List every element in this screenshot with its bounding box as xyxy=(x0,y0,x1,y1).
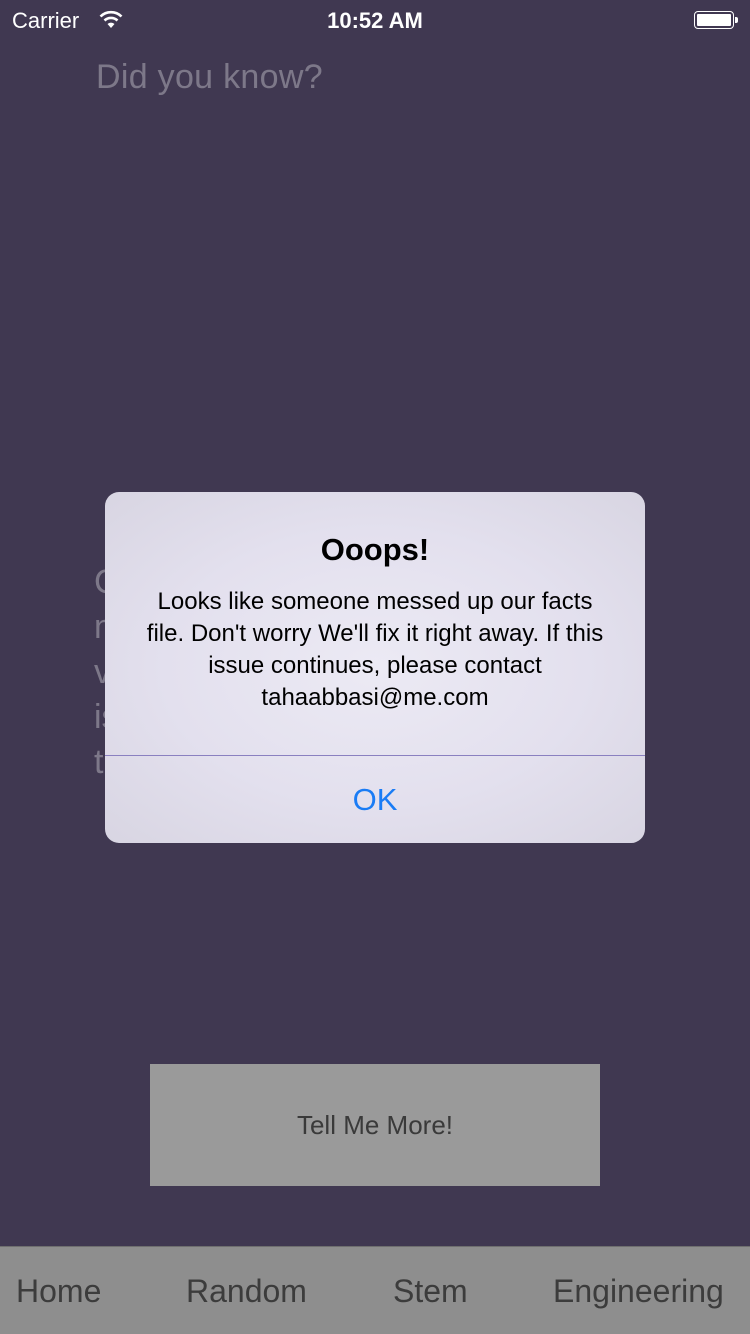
battery-icon xyxy=(694,11,738,29)
status-time: 10:52 AM xyxy=(327,8,423,33)
alert-message: Looks like someone messed up our facts f… xyxy=(146,588,604,711)
alert-title: Ooops! xyxy=(320,532,430,567)
alert-ok-button[interactable]: OK xyxy=(105,756,645,843)
status-bar: Carrier 10:52 AM xyxy=(0,0,750,40)
alert-dialog: Ooops! Looks like someone messed up our … xyxy=(105,492,645,843)
